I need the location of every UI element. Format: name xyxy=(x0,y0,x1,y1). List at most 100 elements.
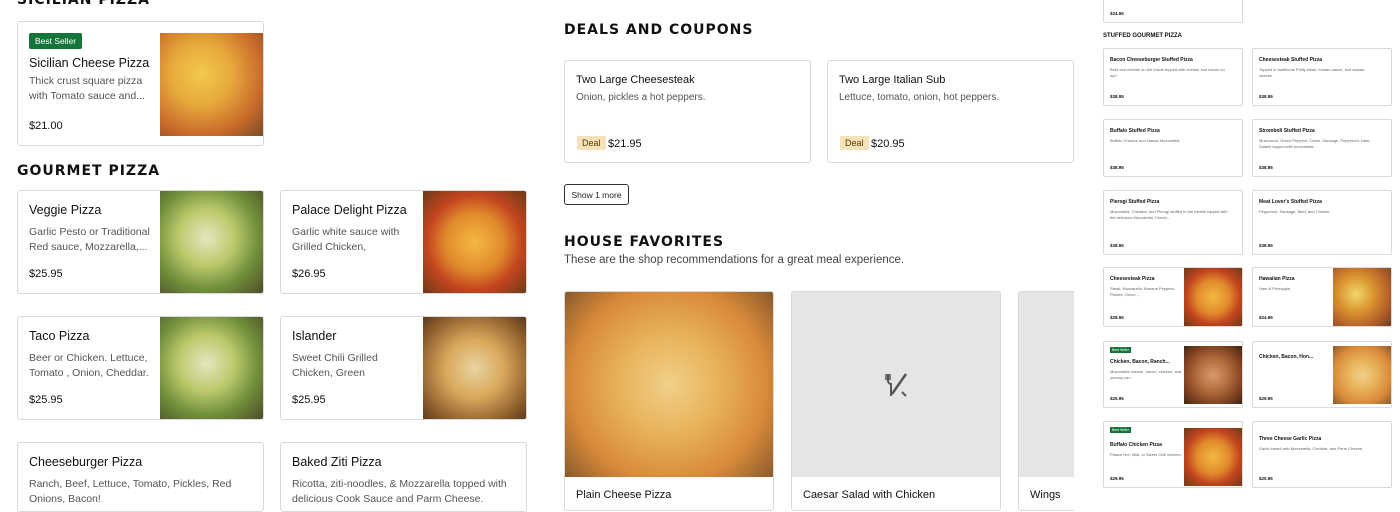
section-heading-house-favorites: HOUSE FAVORITES xyxy=(564,234,725,250)
item-name: Three Cheese Garlic Pizza xyxy=(1259,436,1322,442)
item-photo xyxy=(423,191,526,293)
deal-card[interactable]: Two Large Cheesesteak Onion, pickles a h… xyxy=(564,60,811,163)
item-description: Mozzarella cheese, bacon, chicken, and y… xyxy=(1110,369,1182,380)
item-name: Cheesesteak Stuffed Pizza xyxy=(1259,57,1323,63)
favorite-name: Caesar Salad with Chicken xyxy=(803,489,936,501)
menu-item-card[interactable]: Stromboli Stuffed Pizza Mushroom, Green … xyxy=(1252,119,1392,177)
deal-description: Lettuce, tomato, onion, hot peppers. xyxy=(839,92,1000,103)
item-description: Ham & Pineapple. xyxy=(1259,286,1292,291)
item-description: Mushroom, Green Peppers, Onion, Sausage,… xyxy=(1259,138,1371,149)
item-name: Taco Pizza xyxy=(29,329,90,343)
item-name: Meat Lover's Stuffed Pizza xyxy=(1259,199,1322,205)
deal-name: Two Large Cheesesteak xyxy=(576,74,695,86)
item-name: Buffalo Chicken Pizza xyxy=(1110,442,1162,448)
section-subtitle: These are the shop recommendations for a… xyxy=(564,254,905,266)
item-description: Ricotta, ziti-noodles, & Mozzarella topp… xyxy=(292,478,507,505)
menu-item-card[interactable]: Chicken, Bacon, Hon... $29.95 xyxy=(1252,341,1392,408)
item-description: Ranch, Beef, Lettuce, Tomato, Pickles, R… xyxy=(29,478,232,505)
item-name: Cheeseburger Pizza xyxy=(29,455,143,469)
item-price: $24.95 xyxy=(1110,11,1124,16)
menu-item-card[interactable]: $24.95 xyxy=(1103,0,1243,23)
favorite-name: Plain Cheese Pizza xyxy=(576,489,672,501)
item-name: Buffalo Stuffed Pizza xyxy=(1110,128,1160,134)
menu-item-card[interactable]: Buffalo Stuffed Pizza Buffalo Chicken an… xyxy=(1103,119,1243,177)
item-price: $38.95 xyxy=(1259,165,1273,170)
item-price: $29.95 xyxy=(1110,476,1124,481)
item-price: $25.95 xyxy=(29,268,63,280)
best-seller-badge: Best Seller xyxy=(1110,427,1131,433)
favorite-card[interactable]: Wings xyxy=(1018,291,1074,511)
deal-price: $21.95 xyxy=(608,138,642,150)
item-name: Chicken, Bacon, Ranch... xyxy=(1110,359,1170,365)
item-description: Beer or Chicken. Lettuce, Tomato , Onion… xyxy=(29,352,149,379)
favorite-name: Wings xyxy=(1030,489,1061,501)
deal-price: $20.95 xyxy=(871,138,905,150)
item-photo xyxy=(1333,268,1391,326)
item-name: Hawaiian Pizza xyxy=(1259,276,1295,282)
item-description: Steak, Mozzarella, Banana Peppers, Pickl… xyxy=(1110,286,1175,297)
menu-item-card[interactable]: Best Seller Buffalo Chicken Pizza Palace… xyxy=(1103,421,1243,488)
utensils-icon xyxy=(885,373,908,397)
item-name: Veggie Pizza xyxy=(29,203,102,217)
item-photo xyxy=(160,191,263,293)
menu-item-card[interactable]: Baked Ziti Pizza Ricotta, ziti-noodles, … xyxy=(280,442,527,512)
menu-item-card[interactable]: Palace Delight Pizza Garlic white sauce … xyxy=(280,190,527,294)
favorite-photo xyxy=(565,292,773,477)
item-description: Thick crust square pizza with Tomato sau… xyxy=(29,75,145,102)
menu-item-card[interactable]: Pierogi Stuffed Pizza Mozzarella, Chedda… xyxy=(1103,190,1243,255)
item-description: Palace Hot, Mild, or Sweet Chili chicken… xyxy=(1110,452,1182,457)
item-description: Buffalo Chicken and classic Mozzarella xyxy=(1110,138,1180,143)
item-price: $25.95 xyxy=(1110,396,1124,401)
section-heading-deals: DEALS AND COUPONS xyxy=(564,22,754,38)
item-description: Pepperoni, Sausage, Beef, and Cheese. xyxy=(1259,209,1331,214)
deal-tag: Deal xyxy=(577,136,606,150)
menu-item-card[interactable]: Best Seller Sicilian Cheese Pizza Thick … xyxy=(17,21,264,146)
deal-description: Onion, pickles a hot peppers. xyxy=(576,92,706,103)
menu-item-card[interactable]: Veggie Pizza Garlic Pesto or Traditional… xyxy=(17,190,264,294)
item-price: $25.95 xyxy=(292,394,326,406)
item-description: Garlic Pesto or Traditional Red sauce, M… xyxy=(29,226,150,253)
item-description: Topped in traditional Philly steak, toma… xyxy=(1259,67,1365,78)
item-photo xyxy=(1184,428,1242,486)
item-price: $26.95 xyxy=(292,268,326,280)
favorite-photo-placeholder xyxy=(1019,292,1074,477)
item-price: $38.95 xyxy=(1110,243,1124,248)
menu-item-card[interactable]: Taco Pizza Beer or Chicken. Lettuce, Tom… xyxy=(17,316,264,420)
deal-card[interactable]: Two Large Italian Sub Lettuce, tomato, o… xyxy=(827,60,1074,163)
item-description: Garlic based with Mozzarella, Cheddar, a… xyxy=(1259,446,1364,451)
item-photo xyxy=(1184,268,1242,326)
deal-tag: Deal xyxy=(840,136,869,150)
favorite-card[interactable]: Plain Cheese Pizza xyxy=(564,291,774,511)
item-price: $28.95 xyxy=(1110,315,1124,320)
item-name: Stromboli Stuffed Pizza xyxy=(1259,128,1315,134)
menu-item-card[interactable]: Cheesesteak Pizza Steak, Mozzarella, Ban… xyxy=(1103,267,1243,327)
item-name: Pierogi Stuffed Pizza xyxy=(1110,199,1160,205)
item-photo xyxy=(1333,346,1391,404)
menu-item-card[interactable]: Islander Sweet Chili Grilled Chicken, Gr… xyxy=(280,316,527,420)
menu-item-card[interactable]: Bacon Cheeseburger Stuffed Pizza Beef an… xyxy=(1103,48,1243,106)
show-more-button[interactable]: Show 1 more xyxy=(564,184,629,205)
item-price: $25.95 xyxy=(29,394,63,406)
favorite-card[interactable]: Caesar Salad with Chicken xyxy=(791,291,1001,511)
favorites-carousel: Plain Cheese Pizza Caesar Salad with Chi… xyxy=(564,291,1074,511)
menu-item-card[interactable]: Meat Lover's Stuffed Pizza Pepperoni, Sa… xyxy=(1252,190,1392,255)
menu-item-card[interactable]: Best Seller Chicken, Bacon, Ranch... Moz… xyxy=(1103,341,1243,408)
item-name: Cheesesteak Pizza xyxy=(1110,276,1155,282)
section-heading-gourmet: GOURMET PIZZA xyxy=(17,163,161,179)
menu-item-card[interactable]: Cheeseburger Pizza Ranch, Beef, Lettuce,… xyxy=(17,442,264,512)
item-price: $38.95 xyxy=(1259,243,1273,248)
menu-item-card[interactable]: Hawaiian Pizza Ham & Pineapple. $24.95 xyxy=(1252,267,1392,327)
item-photo xyxy=(1184,346,1242,404)
item-description: Garlic white sauce with Grilled Chicken,… xyxy=(292,226,400,253)
item-description: Mozzarella, Cheddar, and Pierogi stuffed… xyxy=(1110,209,1228,220)
menu-item-card[interactable]: Cheesesteak Stuffed Pizza Topped in trad… xyxy=(1252,48,1392,106)
deal-name: Two Large Italian Sub xyxy=(839,74,946,86)
item-price: $38.95 xyxy=(1110,165,1124,170)
item-price: $38.95 xyxy=(1110,94,1124,99)
item-price: $21.00 xyxy=(29,120,63,132)
menu-item-card[interactable]: Three Cheese Garlic Pizza Garlic based w… xyxy=(1252,421,1392,488)
favorite-photo-placeholder xyxy=(792,292,1000,477)
item-description: Sweet Chili Grilled Chicken, Green Peppe… xyxy=(292,352,378,379)
item-name: Palace Delight Pizza xyxy=(292,203,407,217)
item-price: $38.95 xyxy=(1259,94,1273,99)
